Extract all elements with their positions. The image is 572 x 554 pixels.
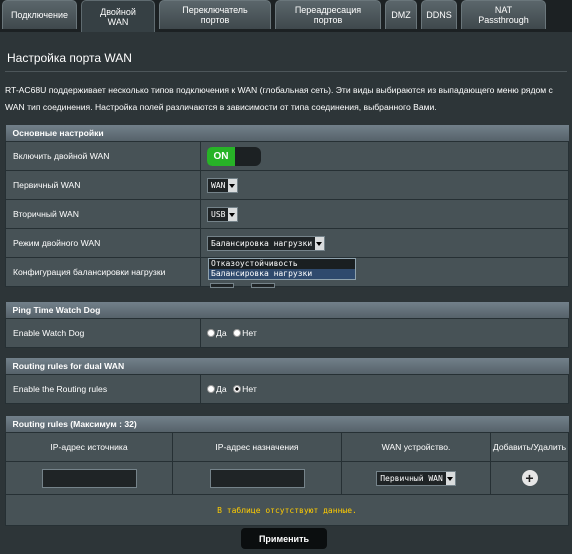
dual-wan-mode-dropdown: Отказоустойчивость Балансировка нагрузки [208, 258, 356, 280]
apply-button[interactable]: Применить [241, 528, 327, 549]
section-header-rules: Routing rules (Максимум : 32) [5, 416, 569, 433]
col-source-ip: IP-адрес источника [5, 432, 173, 462]
routing-rules-enable-table: Routing rules for dual WAN Enable the Ro… [5, 358, 569, 404]
tab-connection[interactable]: Подключение [2, 0, 77, 29]
primary-wan-label: Первичный WAN [5, 170, 201, 200]
tab-port-forwarding[interactable]: Переадресация портов [275, 0, 381, 29]
watchdog-no-radio[interactable]: Нет [233, 328, 257, 338]
divider [5, 71, 567, 72]
enable-routing-label: Enable the Routing rules [5, 374, 201, 404]
radio-icon [207, 384, 215, 393]
dual-wan-mode-select[interactable]: Балансировка нагрузки [207, 235, 326, 251]
source-ip-input[interactable] [41, 468, 137, 488]
page-title: Настройка порта WAN [7, 51, 132, 65]
chevron-down-icon [315, 236, 325, 250]
chevron-down-icon [228, 178, 238, 192]
routing-rules-table: Routing rules (Максимум : 32) IP-адрес и… [5, 416, 569, 526]
section-header-routing: Routing rules for dual WAN [5, 358, 569, 375]
tab-ddns[interactable]: DDNS [421, 0, 457, 29]
empty-table-message: В таблице отсутствуют данные. [5, 494, 569, 526]
load-balance-config-label: Конфигурация балансировки нагрузки [5, 257, 201, 287]
dropdown-option-load-balance[interactable]: Балансировка нагрузки [209, 269, 355, 279]
dual-wan-toggle[interactable]: ON [207, 146, 261, 166]
page-description: RT-AC68U поддерживает несколько типов по… [5, 85, 553, 112]
routing-no-radio[interactable]: Нет [233, 384, 257, 394]
lb-ratio-input-2[interactable] [251, 283, 275, 288]
secondary-wan-label: Вторичный WAN [5, 199, 201, 229]
dropdown-option-failover[interactable]: Отказоустойчивость [209, 259, 355, 269]
add-rule-icon[interactable]: + [521, 470, 538, 486]
radio-selected-icon [233, 384, 242, 393]
section-header-basic: Основные настройки [5, 125, 569, 142]
chevron-down-icon [445, 471, 455, 485]
tab-port-switch[interactable]: Переключатель портов [159, 0, 271, 29]
routing-yes-radio[interactable]: Да [207, 384, 227, 394]
radio-icon [207, 328, 215, 337]
secondary-wan-select[interactable]: USB [207, 206, 239, 222]
chevron-down-icon [228, 207, 238, 221]
col-wan-device: WAN устройство. [341, 432, 491, 462]
primary-wan-select[interactable]: WAN [207, 177, 239, 193]
col-add-delete: Добавить/Удалить [490, 432, 569, 462]
tab-dual-wan[interactable]: Двойной WAN [81, 0, 155, 32]
radio-icon [233, 328, 242, 337]
tab-nat-passthrough[interactable]: NAT Passthrough [461, 0, 546, 29]
enable-dual-wan-label: Включить двойной WAN [5, 141, 201, 171]
watchdog-yes-radio[interactable]: Да [207, 328, 227, 338]
section-header-ping: Ping Time Watch Dog [5, 302, 569, 319]
wan-device-select[interactable]: Первичный WAN [376, 470, 456, 486]
lb-ratio-input-1[interactable] [210, 283, 234, 288]
tab-bar: Подключение Двойной WAN Переключатель по… [0, 0, 572, 32]
col-dest-ip: IP-адрес назначения [172, 432, 342, 462]
toggle-on-label: ON [207, 146, 235, 166]
tab-dmz[interactable]: DMZ [385, 0, 417, 29]
ping-watchdog-table: Ping Time Watch Dog Enable Watch Dog Да … [5, 302, 569, 348]
enable-watchdog-label: Enable Watch Dog [5, 318, 201, 348]
dual-wan-mode-label: Режим двойного WAN [5, 228, 201, 258]
dest-ip-input[interactable] [209, 468, 305, 488]
